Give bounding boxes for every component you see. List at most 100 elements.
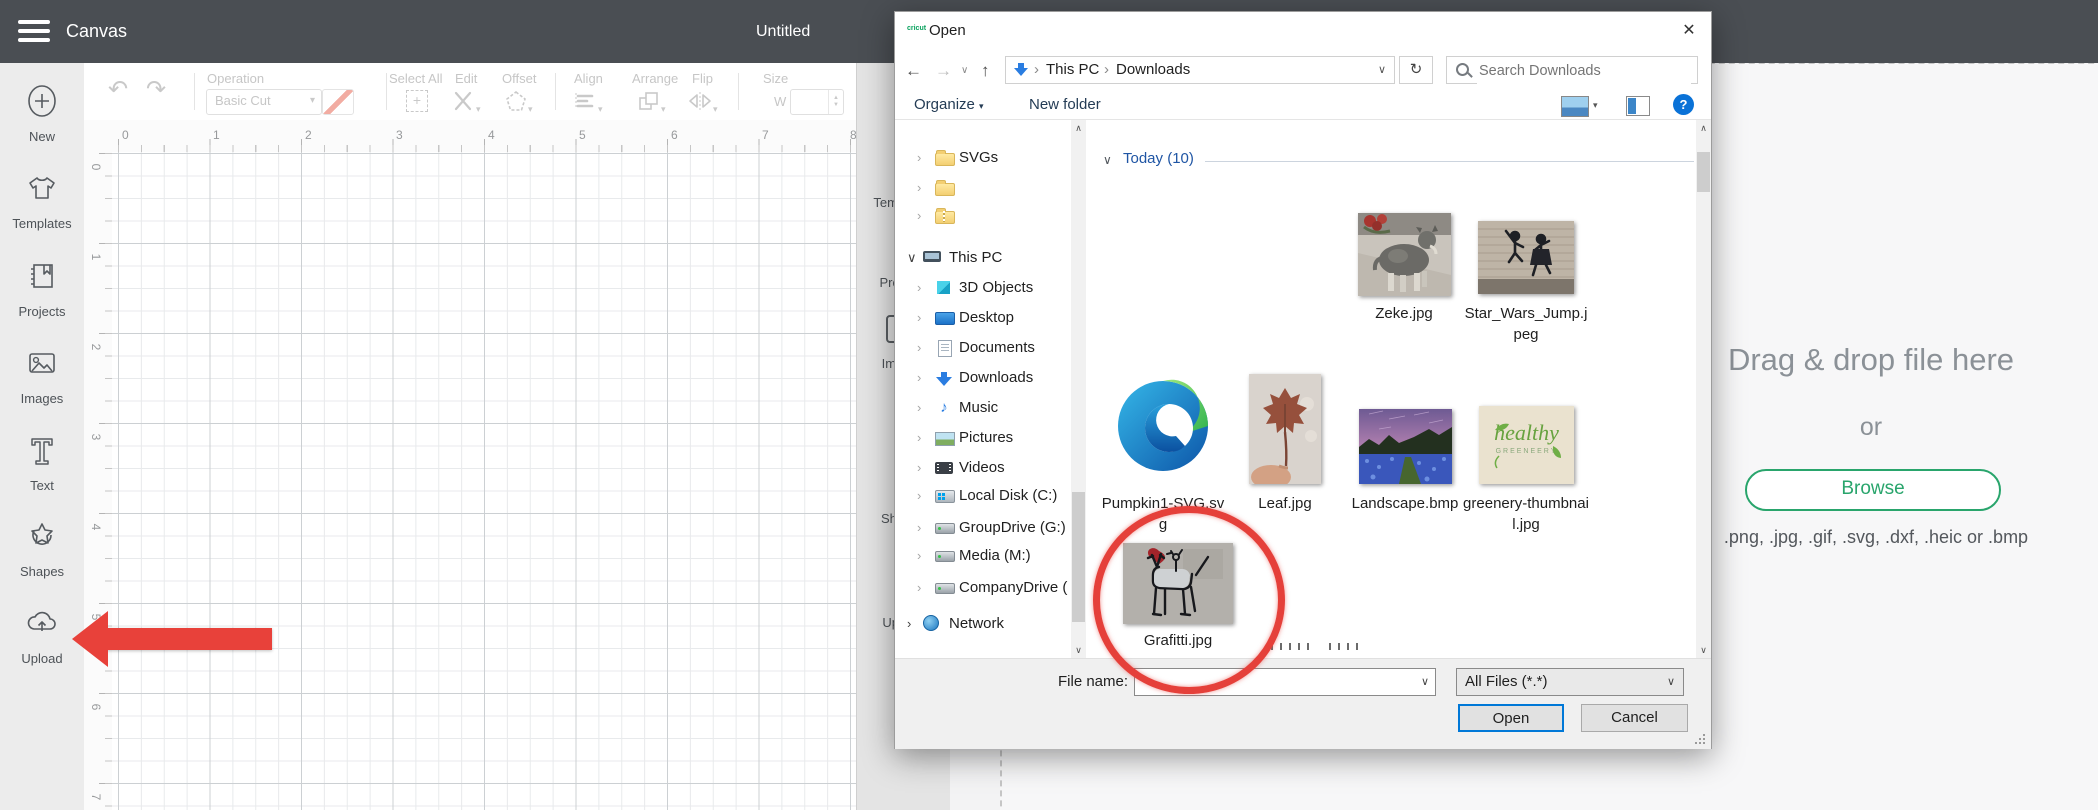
chevron-collapsed-icon[interactable]: › [907, 611, 911, 637]
hamburger-menu-icon[interactable] [18, 20, 50, 42]
sidebar-item-new[interactable]: New [0, 83, 84, 144]
chevron-collapsed-icon[interactable]: › [917, 455, 921, 481]
tree-item-media[interactable]: ›Media (M:) [895, 543, 1070, 569]
chevron-collapsed-icon[interactable]: › [917, 575, 921, 601]
new-folder-button[interactable]: New folder [1029, 96, 1101, 113]
file-list-scrollbar[interactable]: ∧ ∨ [1696, 120, 1711, 658]
chevron-expanded-icon[interactable]: ∨ [1103, 153, 1112, 167]
browse-button[interactable]: Browse [1745, 469, 2001, 511]
up-button[interactable]: ↑ [981, 61, 990, 81]
chevron-down-icon[interactable]: ▾ [1593, 100, 1598, 111]
tree-item-videos[interactable]: ›Videos [895, 455, 1070, 481]
chevron-collapsed-icon[interactable]: › [917, 515, 921, 541]
address-dropdown-icon[interactable]: ∨ [1378, 57, 1386, 83]
tree-item-documents[interactable]: ›Documents [895, 335, 1070, 361]
cancel-button[interactable]: Cancel [1581, 704, 1688, 732]
align-button[interactable]: ▾ [574, 90, 603, 117]
tree-item-this-pc[interactable]: ∨This PC [895, 245, 1070, 271]
ruler-number: 1 [213, 128, 220, 142]
tree-item-companydrive[interactable]: ›CompanyDrive ( [895, 575, 1070, 601]
sidebar-item-shapes[interactable]: Shapes [0, 518, 84, 579]
file-type-select[interactable]: All Files (*.*)∨ [1456, 668, 1684, 696]
chevron-collapsed-icon[interactable]: › [917, 145, 921, 171]
scroll-up-icon[interactable]: ∧ [1071, 120, 1086, 136]
select-all-button[interactable]: + [406, 90, 428, 112]
file-pumpkin1-svg-thumbnail[interactable] [1116, 379, 1211, 474]
recent-locations-dropdown-icon[interactable]: ∨ [961, 65, 968, 76]
tree-scrollbar[interactable]: ∧ ∨ [1071, 120, 1086, 658]
help-button[interactable]: ? [1673, 94, 1694, 115]
file-greenery-thumbnail[interactable]: healthy GREENEERY [1479, 406, 1574, 484]
open-button[interactable]: Open [1458, 704, 1564, 732]
file-leaf-thumbnail[interactable] [1249, 374, 1321, 484]
chevron-expanded-icon[interactable]: ∨ [907, 245, 917, 271]
chevron-collapsed-icon[interactable]: › [917, 203, 921, 229]
chevron-collapsed-icon[interactable]: › [917, 365, 921, 391]
breadcrumb[interactable]: › This PC › Downloads ∨ [1005, 56, 1395, 84]
linetype-color-swatch[interactable] [322, 89, 354, 115]
chevron-collapsed-icon[interactable]: › [917, 175, 921, 201]
operation-select[interactable]: Basic Cut▾ [206, 89, 322, 115]
file-item-label[interactable]: greenery-thumbnail.jpg [1463, 493, 1589, 535]
organize-button[interactable]: Organize ▾ [914, 96, 984, 113]
scroll-up-icon[interactable]: ∧ [1696, 120, 1711, 136]
chevron-collapsed-icon[interactable]: › [917, 305, 921, 331]
tree-item-local-disk[interactable]: ›Local Disk (C:) [895, 483, 1070, 509]
scrollbar-thumb[interactable] [1697, 152, 1710, 192]
chevron-collapsed-icon[interactable]: › [917, 335, 921, 361]
breadcrumb-downloads[interactable]: Downloads [1116, 57, 1190, 83]
search-input[interactable] [1477, 58, 1691, 84]
tree-item-zip[interactable]: › [895, 203, 1070, 229]
resize-grip[interactable] [1695, 734, 1706, 745]
chevron-collapsed-icon[interactable]: › [917, 543, 921, 569]
chevron-collapsed-icon[interactable]: › [917, 483, 921, 509]
width-input[interactable]: ▲▼ [790, 89, 844, 115]
images-icon [24, 345, 60, 381]
file-landscape-thumbnail[interactable] [1359, 409, 1452, 484]
sidebar-item-images[interactable]: Images [0, 345, 84, 406]
sidebar-item-templates[interactable]: Templates [0, 170, 84, 231]
sidebar-item-text[interactable]: Text [0, 432, 84, 493]
stepper-arrows-icon[interactable]: ▲▼ [828, 90, 843, 114]
tree-item-network[interactable]: ›Network [895, 611, 1070, 637]
scrollbar-thumb[interactable] [1072, 492, 1085, 622]
tree-item-groupdrive[interactable]: ›GroupDrive (G:) [895, 515, 1070, 541]
tree-item-music[interactable]: ›♪Music [895, 395, 1070, 421]
file-item-label[interactable]: Leaf.jpg [1222, 493, 1348, 514]
project-name[interactable]: Untitled [756, 0, 810, 63]
tree-item-folder[interactable]: › [895, 175, 1070, 201]
change-view-button[interactable] [1561, 96, 1589, 117]
forward-button[interactable]: → [935, 61, 952, 81]
file-star-wars-jump-thumbnail[interactable] [1478, 221, 1574, 294]
sidebar-item-projects[interactable]: Projects [0, 258, 84, 319]
scroll-down-icon[interactable]: ∨ [1071, 642, 1086, 658]
chevron-collapsed-icon[interactable]: › [917, 395, 921, 421]
design-canvas-grid[interactable] [112, 152, 856, 810]
file-zeke-thumbnail[interactable] [1358, 213, 1451, 296]
file-name-dropdown-icon[interactable]: ∨ [1414, 668, 1436, 696]
redo-button[interactable]: ↷ [146, 75, 166, 104]
refresh-button[interactable]: ↻ [1399, 56, 1433, 84]
preview-pane-button[interactable] [1626, 96, 1650, 116]
chevron-collapsed-icon[interactable]: › [917, 425, 921, 451]
horizontal-ruler: 0 1 2 3 4 5 6 7 8 [112, 120, 856, 153]
chevron-collapsed-icon[interactable]: › [917, 275, 921, 301]
file-group-header[interactable]: Today (10) [1123, 150, 1194, 167]
undo-button[interactable]: ↶ [108, 75, 128, 104]
tree-item-svgs[interactable]: ›SVGs [895, 145, 1070, 171]
close-icon[interactable]: ✕ [1673, 18, 1705, 44]
arrange-button[interactable]: ▾ [637, 90, 666, 117]
file-item-label[interactable]: Zeke.jpg [1341, 303, 1467, 324]
offset-button[interactable]: ▾ [504, 90, 533, 117]
tree-item-desktop[interactable]: ›Desktop [895, 305, 1070, 331]
file-item-label[interactable]: Landscape.bmp [1342, 493, 1468, 514]
back-button[interactable]: ← [905, 61, 922, 81]
tree-item-downloads[interactable]: ›Downloads [895, 365, 1070, 391]
flip-button[interactable]: ▾ [687, 90, 718, 117]
tree-item-pictures[interactable]: ›Pictures [895, 425, 1070, 451]
breadcrumb-this-pc[interactable]: This PC [1046, 57, 1099, 83]
scroll-down-icon[interactable]: ∨ [1696, 642, 1711, 658]
file-item-label[interactable]: Star_Wars_Jump.jpeg [1463, 303, 1589, 345]
edit-button[interactable]: ▾ [452, 90, 481, 117]
tree-item-3d-objects[interactable]: ›3D Objects [895, 275, 1070, 301]
